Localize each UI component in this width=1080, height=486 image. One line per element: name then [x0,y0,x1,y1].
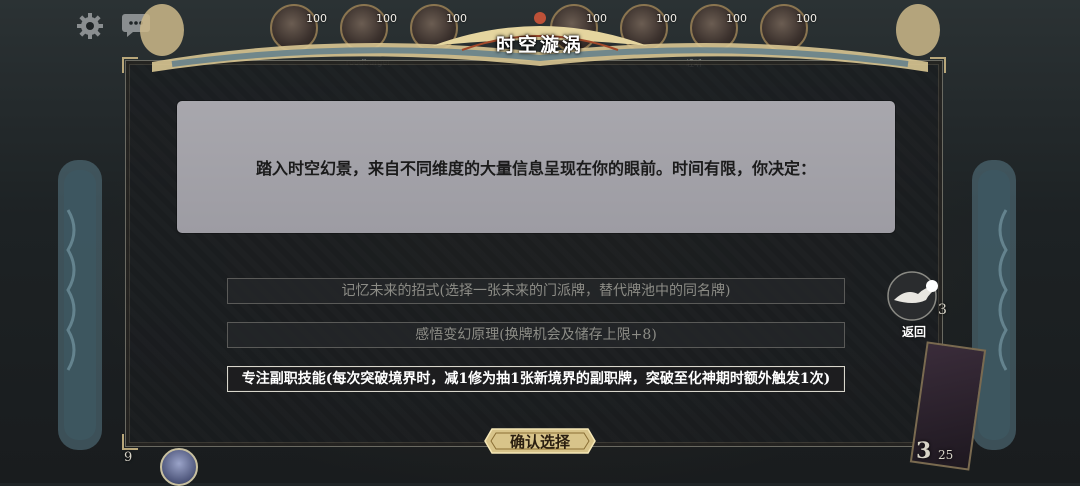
option-comprehend-change[interactable]: 感悟变幻原理(换牌机会及储存上限+8) [227,322,845,348]
deck-count: 3 [916,438,932,464]
frame-corner [122,434,138,450]
page-title: 时空漩涡 [495,34,584,56]
title-banner: 时空漩涡 [132,0,948,92]
option-focus-side-skill[interactable]: 专注副职技能(每次突破境界时，减1修为抽1张新境界的副职牌，突破至化神期时额外触… [227,366,845,392]
deck-total: 25 [938,448,954,462]
bottom-left-count: 9 [124,450,133,465]
return-label: 返回 [901,325,926,339]
confirm-button[interactable]: 确认选择 [484,426,596,456]
event-message-box: 踏入时空幻景，来自不同维度的大量信息呈现在你的眼前。时间有限，你决定： [177,101,895,233]
return-count: 3 [938,302,947,318]
left-scroll-decoration [58,160,102,450]
option-remember-future-moves[interactable]: 记忆未来的招式(选择一张未来的门派牌，替代牌池中的同名牌) [227,278,845,304]
event-message: 踏入时空幻景，来自不同维度的大量信息呈现在你的眼前。时间有限，你决定： [255,159,816,178]
gear-icon[interactable] [76,12,104,40]
return-button[interactable]: 返回 [884,270,944,342]
crane-return-icon [887,271,938,321]
avatar[interactable] [160,448,198,486]
confirm-button-label: 确认选择 [509,433,570,451]
